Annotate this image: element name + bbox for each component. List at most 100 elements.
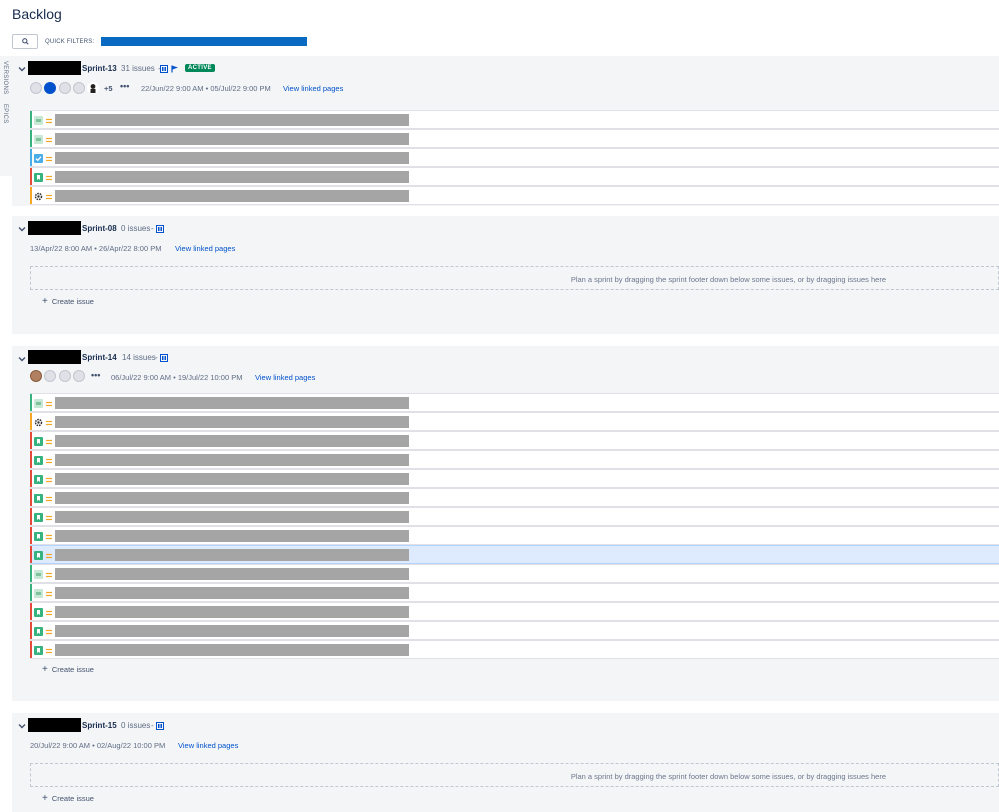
board-icon[interactable] (156, 722, 164, 730)
issue-row[interactable] (30, 450, 999, 469)
chevron-down-icon[interactable] (18, 225, 26, 233)
dash: - (155, 353, 158, 362)
issue-row[interactable] (30, 583, 999, 602)
view-linked-pages-link[interactable]: View linked pages (283, 84, 343, 93)
sprint-dates: 13/Apr/22 8:00 AM • 26/Apr/22 8:00 PM (30, 244, 162, 253)
sprint-dates: 20/Jul/22 9:00 AM • 02/Aug/22 10:00 PM (30, 741, 166, 750)
more-icon[interactable]: ••• (91, 370, 100, 380)
issue-row[interactable] (30, 412, 999, 431)
plan-hint: Plan a sprint by dragging the sprint foo… (570, 275, 886, 284)
sprint-drop-zone[interactable]: Plan a sprint by dragging the sprint foo… (30, 266, 999, 290)
plus-icon: + (42, 664, 48, 675)
avatar[interactable] (87, 82, 99, 94)
issue-stripe (30, 394, 32, 411)
issue-stripe (30, 149, 32, 166)
create-issue-label: Create issue (51, 794, 94, 803)
issue-row[interactable] (30, 488, 999, 507)
chevron-down-icon[interactable] (18, 722, 26, 730)
issue-row[interactable] (30, 545, 999, 564)
story-icon (34, 513, 43, 522)
issue-summary-redacted (55, 454, 409, 466)
issue-row[interactable] (30, 129, 999, 148)
issue-count: 0 issues (121, 224, 151, 233)
avatar[interactable] (44, 82, 56, 94)
issue-row[interactable] (30, 564, 999, 583)
issue-summary-redacted (55, 190, 409, 202)
create-issue-button[interactable]: + Create issue (42, 664, 94, 675)
avatar[interactable] (73, 370, 85, 382)
board-icon[interactable] (160, 354, 168, 362)
board-icon[interactable] (160, 65, 168, 73)
plus-icon: + (42, 296, 48, 307)
sprint-name[interactable]: Sprint-08 (82, 224, 117, 233)
priority-medium-icon (46, 571, 52, 578)
sprint-name[interactable]: Sprint-14 (82, 353, 117, 362)
issue-stripe (30, 168, 32, 185)
quick-filter-bar[interactable] (101, 37, 308, 46)
redacted-label (28, 718, 81, 732)
issue-row[interactable] (30, 602, 999, 621)
story-icon (34, 551, 43, 560)
issue-count: 31 issues (121, 64, 155, 73)
issue-stripe (30, 641, 32, 658)
avatar[interactable] (59, 82, 71, 94)
quick-filters-label: QUICK FILTERS: (45, 38, 95, 45)
issue-stripe (30, 187, 32, 204)
priority-medium-icon (46, 533, 52, 540)
flag-icon[interactable] (171, 65, 179, 73)
view-linked-pages-link[interactable]: View linked pages (255, 373, 315, 382)
search-button[interactable] (12, 34, 38, 49)
issue-stripe (30, 111, 32, 128)
priority-medium-icon (46, 438, 52, 445)
issue-row[interactable] (30, 186, 999, 205)
issue-row[interactable] (30, 621, 999, 640)
avatar[interactable] (44, 370, 56, 382)
issue-row[interactable] (30, 431, 999, 450)
priority-medium-icon (46, 193, 52, 200)
tab-epics[interactable]: EPICS (2, 104, 8, 124)
view-linked-pages-link[interactable]: View linked pages (178, 741, 238, 750)
issue-row[interactable] (30, 469, 999, 488)
issue-row[interactable] (30, 393, 999, 412)
issue-count: 0 issues (121, 721, 151, 730)
issue-row[interactable] (30, 110, 999, 129)
issue-row[interactable] (30, 148, 999, 167)
issue-summary-redacted (55, 530, 409, 542)
issue-stripe (30, 489, 32, 506)
issue-row[interactable] (30, 640, 999, 659)
sprint-container: Sprint-14 14 issues - ••• 06/Jul/22 9:00… (12, 346, 999, 701)
sprint-drop-zone[interactable]: Plan a sprint by dragging the sprint foo… (30, 763, 999, 787)
priority-medium-icon (46, 552, 52, 559)
issue-row[interactable] (30, 167, 999, 186)
story-icon (34, 437, 43, 446)
issue-row[interactable] (30, 526, 999, 545)
chevron-down-icon[interactable] (18, 65, 26, 73)
board-icon[interactable] (156, 225, 164, 233)
issue-list (30, 110, 999, 205)
create-issue-button[interactable]: + Create issue (42, 296, 94, 307)
plan-hint: Plan a sprint by dragging the sprint foo… (570, 772, 886, 781)
more-icon[interactable]: ••• (120, 81, 129, 91)
issue-stripe (30, 584, 32, 601)
avatar[interactable] (30, 370, 42, 382)
issue-row[interactable] (30, 507, 999, 526)
create-issue-button[interactable]: + Create issue (42, 793, 94, 804)
sprint-name[interactable]: Sprint-13 (82, 64, 117, 73)
issue-summary-redacted (55, 114, 409, 126)
issue-summary-redacted (55, 473, 409, 485)
issue-stripe (30, 451, 32, 468)
avatar[interactable] (30, 82, 42, 94)
avatar[interactable] (59, 370, 71, 382)
issue-summary-redacted (55, 416, 409, 428)
avatar[interactable] (73, 82, 85, 94)
story-icon (34, 494, 43, 503)
chevron-down-icon[interactable] (18, 355, 26, 363)
sprint-name[interactable]: Sprint-15 (82, 721, 117, 730)
subtask-icon (34, 135, 43, 144)
sprint-container: Sprint-15 0 issues - 20/Jul/22 9:00 AM •… (12, 713, 999, 812)
extra-assignees[interactable]: +5 (104, 84, 113, 93)
dash: - (151, 721, 154, 730)
view-linked-pages-link[interactable]: View linked pages (175, 244, 235, 253)
tab-versions[interactable]: VERSIONS (2, 61, 8, 94)
issue-summary-redacted (55, 492, 409, 504)
